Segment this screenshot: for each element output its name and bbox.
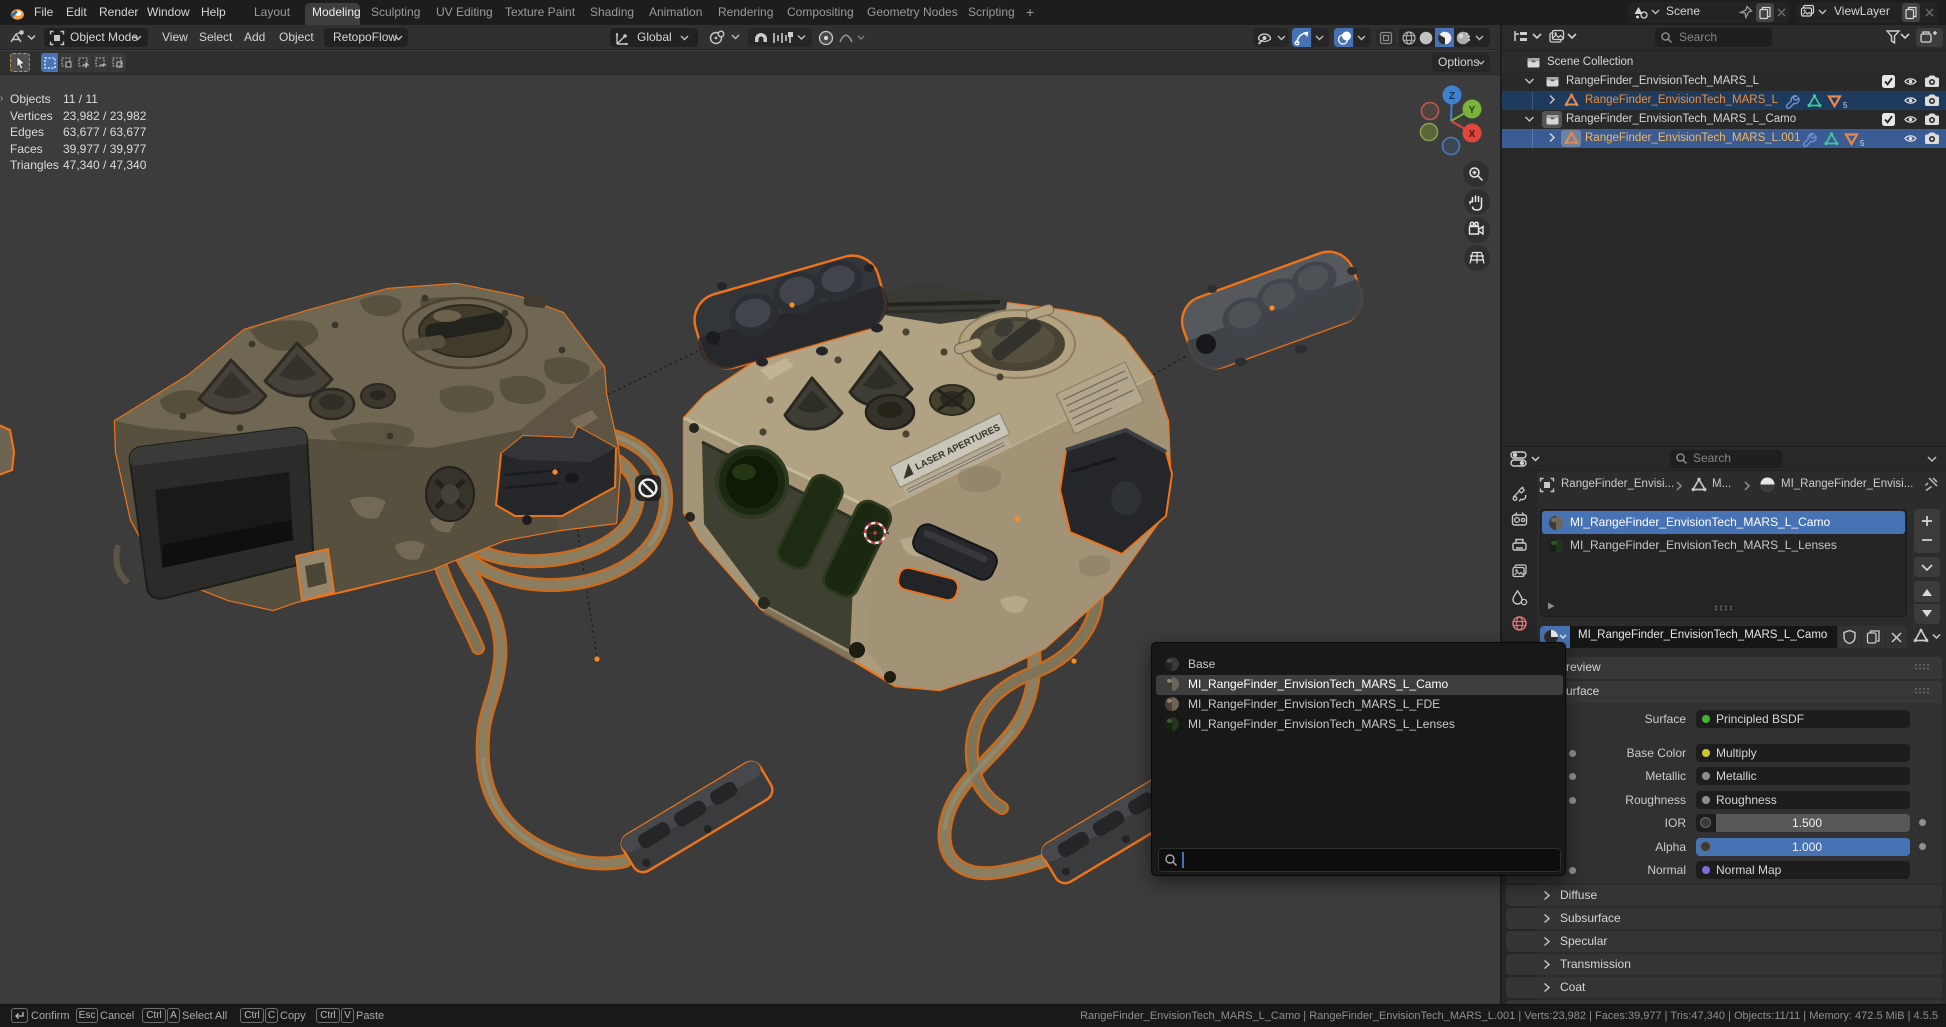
svg-text:5: 5 xyxy=(1843,101,1848,109)
svg-text:5: 5 xyxy=(1860,139,1865,147)
svg-text:X: X xyxy=(1469,129,1476,140)
svg-text:Y: Y xyxy=(1469,105,1476,116)
svg-text:Z: Z xyxy=(1449,91,1455,102)
